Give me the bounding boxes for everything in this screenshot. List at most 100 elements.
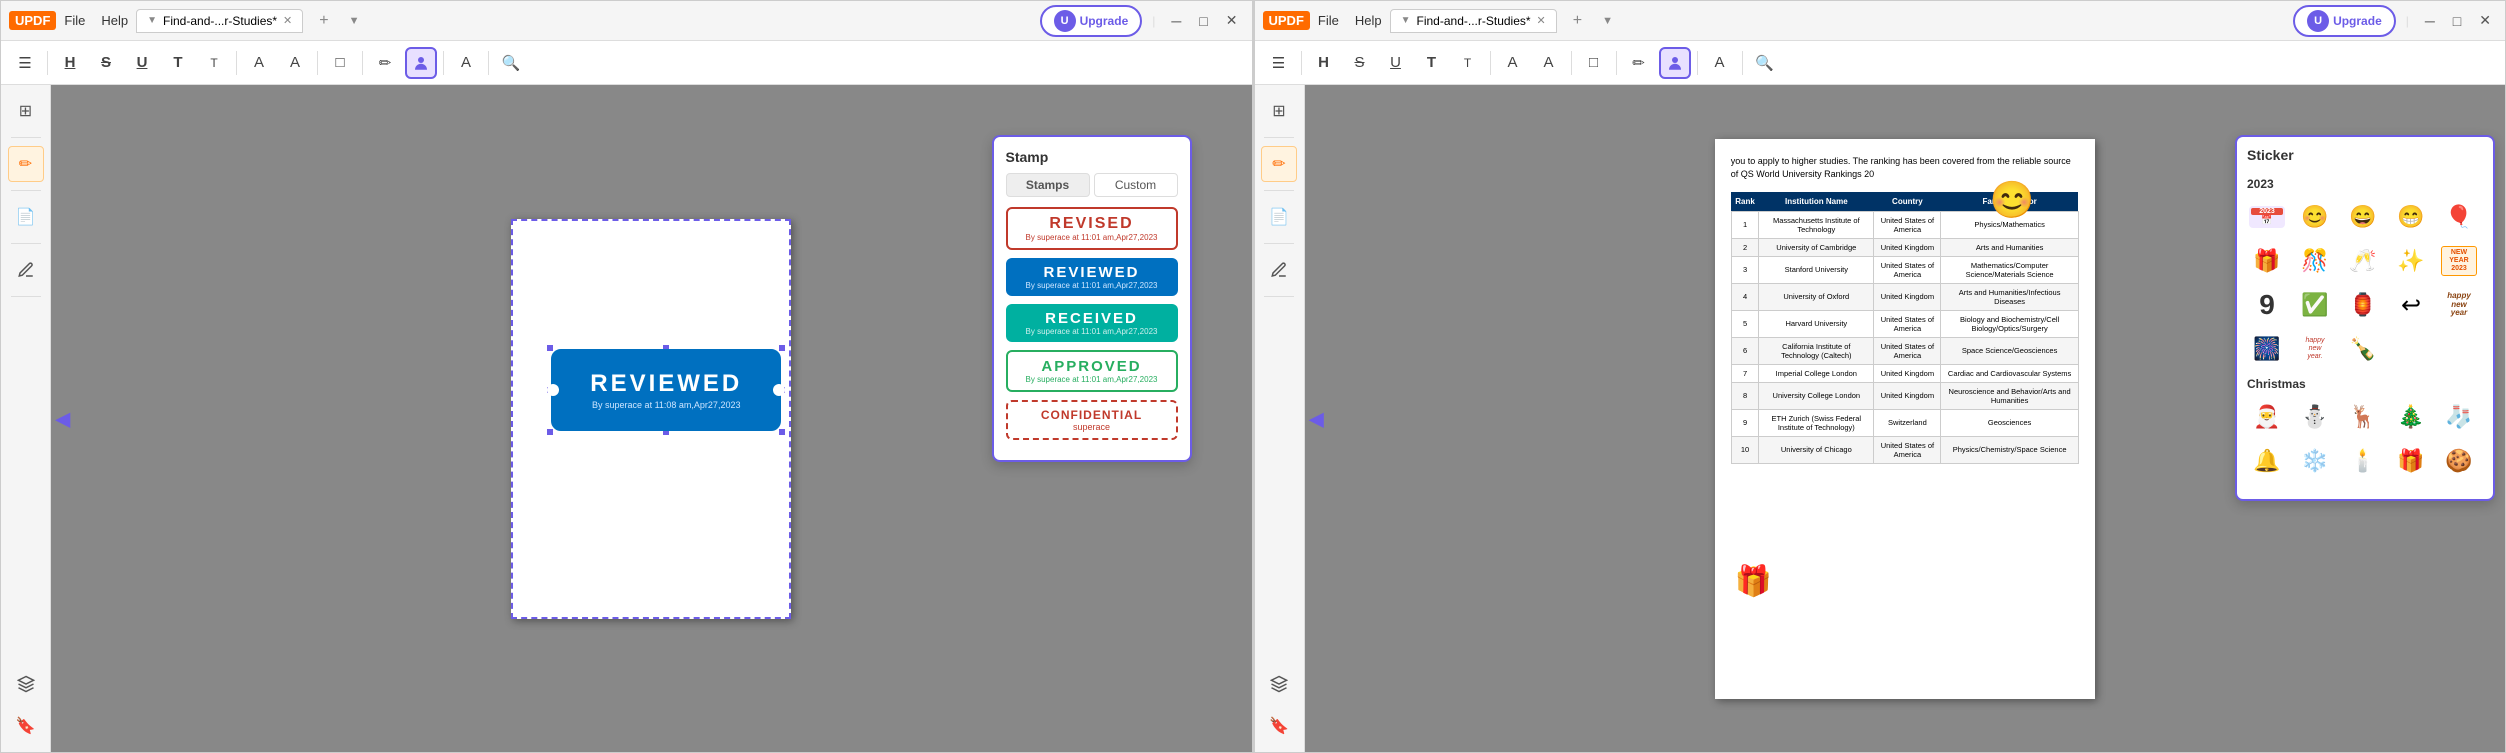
sticker-bottle[interactable]: 🍾 (2343, 329, 2383, 369)
sidebar-annotate[interactable]: ✏ (8, 146, 44, 182)
sticker-arrow-undo[interactable]: ↩ (2391, 285, 2431, 325)
sidebar-toggle-btn-left[interactable]: ☰ (9, 47, 41, 79)
stamp-approved[interactable]: APPROVED By superace at 11:01 am,Apr27,2… (1006, 350, 1178, 392)
sticker-tree[interactable]: 🎄 (2391, 397, 2431, 437)
stamp-confidential[interactable]: CONFIDENTIAL superace (1006, 400, 1178, 440)
sticker-grin-sweat[interactable]: 😁 (2391, 197, 2431, 237)
text-color-btn-left[interactable]: T (162, 47, 194, 79)
sidebar-thumbnail[interactable]: ⊞ (8, 93, 44, 129)
sticker-balloons[interactable]: 🎈 (2439, 197, 2479, 237)
win-close-right[interactable]: ✕ (2473, 10, 2497, 31)
sticker-happy-new-year-text[interactable]: happynewyear (2439, 285, 2479, 325)
search-btn-left[interactable]: 🔍 (495, 47, 527, 79)
sticker-newyear-banner[interactable]: NEWYEAR2023 (2439, 241, 2479, 281)
sticker-happy-new-year-script[interactable]: happynewyear. (2295, 329, 2335, 369)
highlight-btn-right[interactable]: H (1308, 47, 1340, 79)
sidebar-layers[interactable] (8, 666, 44, 702)
handle-tl[interactable] (546, 344, 554, 352)
underline-btn-right[interactable]: U (1380, 47, 1412, 79)
border-btn-right[interactable]: □ (1578, 47, 1610, 79)
upgrade-btn-right[interactable]: U Upgrade (2293, 5, 2396, 37)
sticker-scroll[interactable]: 2023 2023 📅 😊 😄 😁 🎈 (2247, 171, 2483, 489)
sticker-bell[interactable]: 🔔 (2247, 441, 2287, 481)
sticker-check[interactable]: ✅ (2295, 285, 2335, 325)
sidebar-pages[interactable]: 📄 (8, 199, 44, 235)
sticker-smiley[interactable]: 😊 (2295, 197, 2335, 237)
sticker-gift[interactable]: 🎁 (2247, 241, 2287, 281)
sidebar-edit-right[interactable] (1261, 252, 1297, 288)
fontcolor-btn-right[interactable]: A (1704, 47, 1736, 79)
stamp-tab-custom[interactable]: Custom (1094, 173, 1178, 197)
win-min-left[interactable]: ─ (1165, 11, 1187, 31)
page-nav-right[interactable]: ◀ (1309, 406, 1324, 431)
textbox-btn-left[interactable]: T (198, 47, 230, 79)
sticker-fireworks[interactable]: 🎆 (2247, 329, 2287, 369)
sticker-num9[interactable]: 9 (2247, 285, 2287, 325)
pen-btn-right[interactable]: ✏ (1623, 47, 1655, 79)
sidebar-edit[interactable] (8, 252, 44, 288)
win-max-right[interactable]: □ (2447, 11, 2467, 31)
stamp-received[interactable]: RECEIVED By superace at 11:01 am,Apr27,2… (1006, 304, 1178, 342)
sticker-party[interactable]: 🎊 (2295, 241, 2335, 281)
tab-close-left[interactable]: ✕ (283, 14, 292, 27)
sidebar-layers-right[interactable] (1261, 666, 1297, 702)
tab-add-left[interactable]: + (311, 12, 336, 30)
search-btn-right[interactable]: 🔍 (1749, 47, 1781, 79)
menu-file-right[interactable]: File (1318, 13, 1339, 28)
sticker-btn-right[interactable] (1659, 47, 1691, 79)
handle-tr[interactable] (778, 344, 786, 352)
page-nav-left[interactable]: ◀ (55, 406, 70, 431)
handle-bl[interactable] (546, 428, 554, 436)
menu-help-right[interactable]: Help (1355, 13, 1382, 28)
sticker-candle[interactable]: 🕯️ (2343, 441, 2383, 481)
title-tab-right[interactable]: ▼ Find-and-...r-Studies* ✕ (1390, 9, 1557, 33)
tab-dropdown-left[interactable]: ▼ (349, 15, 360, 27)
border-btn-left[interactable]: □ (324, 47, 356, 79)
title-tab-left[interactable]: ▼ Find-and-...r-Studies* ✕ (136, 9, 303, 33)
tab-close-right[interactable]: ✕ (1537, 14, 1546, 27)
fontcolor-btn-left[interactable]: A (450, 47, 482, 79)
fill-btn-right[interactable]: A (1533, 47, 1565, 79)
sidebar-pages-right[interactable]: 📄 (1261, 199, 1297, 235)
fill-btn-left[interactable]: A (279, 47, 311, 79)
tab-dropdown-right[interactable]: ▼ (1602, 15, 1613, 27)
sticker-santa[interactable]: 🎅 (2247, 397, 2287, 437)
stamp-revised[interactable]: REVISED By superace at 11:01 am,Apr27,20… (1006, 207, 1178, 250)
sticker-stocking[interactable]: 🧦 (2439, 397, 2479, 437)
sticker-snowman[interactable]: ⛄ (2295, 397, 2335, 437)
underline-btn-left[interactable]: U (126, 47, 158, 79)
menu-help-left[interactable]: Help (101, 13, 128, 28)
sticker-calendar[interactable]: 2023 📅 (2247, 197, 2287, 237)
textbox-btn-right[interactable]: T (1452, 47, 1484, 79)
tab-add-right[interactable]: + (1565, 12, 1590, 30)
sticker-snowflake[interactable]: ❄️ (2295, 441, 2335, 481)
handle-br[interactable] (778, 428, 786, 436)
text-color-btn-right[interactable]: T (1416, 47, 1448, 79)
sticker-sparkles[interactable]: ✨ (2391, 241, 2431, 281)
sticker-cookie[interactable]: 🍪 (2439, 441, 2479, 481)
stamp-tab-stamps[interactable]: Stamps (1006, 173, 1090, 197)
highlight-btn-left[interactable]: H (54, 47, 86, 79)
gift-sticker-on-page[interactable]: 🎁 (1735, 564, 1772, 599)
sidebar-thumbnail-right[interactable]: ⊞ (1261, 93, 1297, 129)
sticker-clinking[interactable]: 🥂 (2343, 241, 2383, 281)
sticker-gift2[interactable]: 🎁 (2391, 441, 2431, 481)
sticker-lantern[interactable]: 🏮 (2343, 285, 2383, 325)
win-min-right[interactable]: ─ (2419, 11, 2441, 31)
highlight2-btn-left[interactable]: A (243, 47, 275, 79)
sticker-deer[interactable]: 🦌 (2343, 397, 2383, 437)
highlight2-btn-right[interactable]: A (1497, 47, 1529, 79)
menu-file-left[interactable]: File (64, 13, 85, 28)
sidebar-bookmark[interactable]: 🔖 (8, 708, 44, 744)
strikethrough-btn-left[interactable]: S (90, 47, 122, 79)
win-max-left[interactable]: □ (1193, 11, 1213, 31)
stamp-reviewed[interactable]: REVIEWED By superace at 11:01 am,Apr27,2… (1006, 258, 1178, 296)
pen-btn-left[interactable]: ✏ (369, 47, 401, 79)
upgrade-btn-left[interactable]: U Upgrade (1040, 5, 1143, 37)
stamp-btn-left[interactable] (405, 47, 437, 79)
sidebar-annotate-right[interactable]: ✏ (1261, 146, 1297, 182)
sidebar-bookmark-right[interactable]: 🔖 (1261, 708, 1297, 744)
emoji-sticker-on-page[interactable]: 😊 (1990, 179, 2035, 221)
sidebar-toggle-btn-right[interactable]: ☰ (1263, 47, 1295, 79)
strikethrough-btn-right[interactable]: S (1344, 47, 1376, 79)
